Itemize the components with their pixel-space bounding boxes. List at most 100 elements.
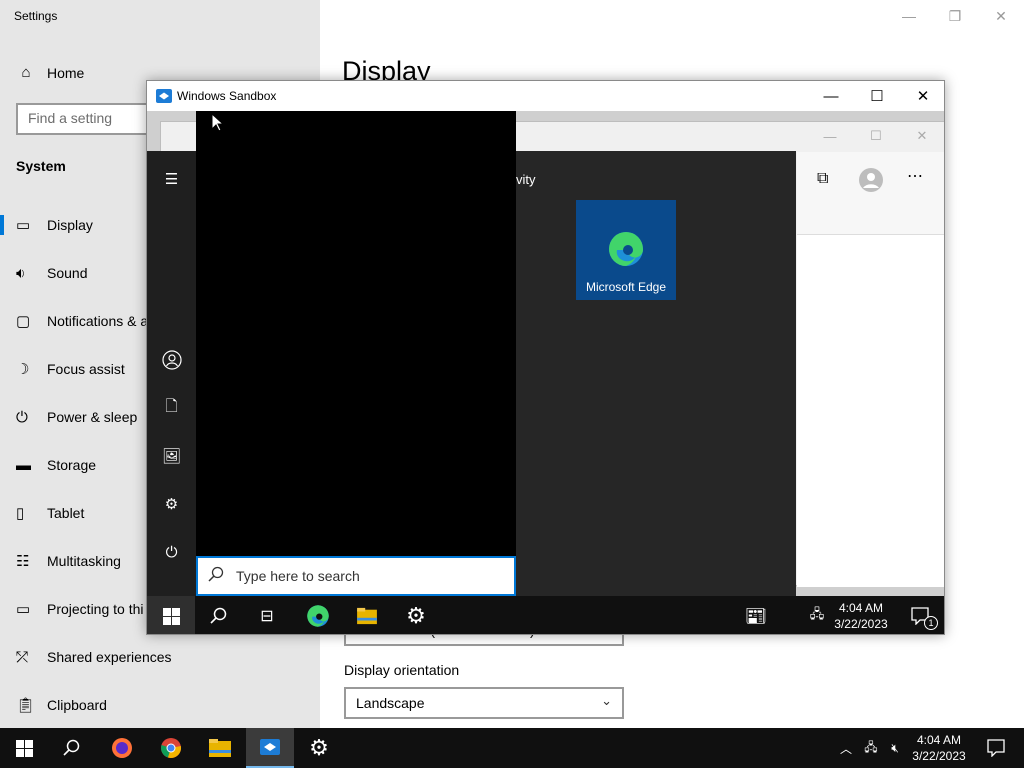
network-button[interactable]: 🖧︎ [860,728,882,768]
nav-item-label: Tablet [47,505,85,521]
document-icon: 🗋︎ [165,397,178,415]
shared-icon: ⤱ [16,648,29,666]
start-button[interactable] [0,728,48,768]
orientation-value: Landscape [356,695,425,711]
microsoft-edge-tile[interactable]: Microsoft Edge [576,200,676,300]
start-menu-app-list [196,111,516,557]
sandbox-taskbar-edge[interactable] [294,596,342,634]
start-expand-button[interactable]: ☰ [147,155,196,203]
taskbar-file-explorer[interactable] [196,728,244,768]
sandbox-taskbar-file-explorer[interactable] [343,596,391,634]
collections-icon[interactable]: ⧉ [817,170,828,188]
sandbox-action-center-button[interactable]: 1 [896,596,944,634]
start-search-box[interactable]: Type here to search [196,556,516,596]
taskbar-chrome[interactable] [147,728,195,768]
orientation-select[interactable]: Landscape ⌄ [344,687,624,719]
sandbox-maximize-button[interactable]: ☐ [854,81,900,111]
volume-muted-icon: 🔇︎ [891,740,899,755]
nav-item-label: Shared experiences [47,649,172,665]
taskbar-windows-sandbox[interactable] [246,728,294,768]
nav-item-clipboard[interactable]: 📋︎ Clipboard [0,685,320,725]
sandbox-minimize-button[interactable]: — [808,81,854,111]
start-search-placeholder: Type here to search [236,568,360,584]
power-icon: ⏻ [165,543,178,561]
gear-icon: ⚙ [406,603,426,628]
settings-close-button[interactable]: ✕ [978,4,1024,28]
sandbox-start-button[interactable] [147,596,195,634]
sandbox-taskbar-settings[interactable]: ⚙ [392,596,440,634]
sandbox-clock-time: 4:04 AM [838,601,884,615]
notifications-icon: ▢ [16,313,31,330]
nav-item-label: Focus assist [47,361,125,377]
sandbox-desktop: — ☐ ✕ ⧉ ⋯ ☰ 🗋︎ 🖼︎ ⚙ ⏻ vity Microsoft Edg… [147,111,944,634]
sandbox-news-button[interactable]: 📰︎ [732,596,780,634]
picture-icon: 🖼︎ [161,448,182,465]
taskbar-firefox[interactable] [98,728,146,768]
taskbar-settings[interactable]: ⚙ [295,728,343,768]
sandbox-network-button[interactable]: 🖧︎ [801,596,833,634]
edge-maximize-button[interactable]: ☐ [853,126,899,146]
sandbox-icon [260,739,280,755]
sandbox-titlebar[interactable]: Windows Sandbox — ☐ ✕ [147,81,944,111]
profile-icon[interactable] [859,168,883,192]
sandbox-search-button[interactable] [195,596,243,634]
sandbox-task-view-button[interactable]: ⊟ [243,596,291,634]
show-hidden-icons-button[interactable]: ︿ [834,728,858,768]
start-power-button[interactable]: ⏻ [147,528,196,576]
chrome-icon [161,738,181,758]
nav-item-label: Storage [47,457,97,473]
notifications-icon [987,739,1005,757]
sandbox-close-button[interactable]: ✕ [900,81,944,111]
hamburger-icon: ☰ [164,171,179,188]
storage-icon: ▬ [16,456,31,474]
search-icon [63,739,80,756]
settings-restore-button[interactable]: ❐ [932,4,978,28]
start-pictures-button[interactable]: 🖼︎ [147,432,196,480]
search-button[interactable] [48,728,96,768]
nav-item-shared-experiences[interactable]: ⤱ Shared experiences [0,637,320,677]
folder-icon [357,607,377,625]
power-icon: ⏻ [16,408,28,426]
news-icon: 📰︎ [744,605,768,626]
projector-icon: ▭ [16,601,31,618]
section-system-label: System [16,158,66,174]
task-view-icon: ⊟ [260,608,274,625]
edge-minimize-button[interactable]: — [807,126,853,146]
mouse-cursor-icon [211,113,223,132]
nav-home[interactable]: ⌂ Home [16,64,84,81]
nav-item-label: Projecting to thi [47,601,144,617]
nav-item-label: Multitasking [47,553,121,569]
host-clock[interactable]: 4:04 AM 3/22/2023 [908,732,970,764]
more-options-icon[interactable]: ⋯ [907,166,923,186]
nav-item-label: Clipboard [47,697,107,713]
sandbox-window: Windows Sandbox — ☐ ✕ — ☐ ✕ ⧉ ⋯ ☰ 🗋︎ 🖼︎ … [146,80,945,635]
start-settings-button[interactable]: ⚙ [147,480,196,528]
windows-icon [162,607,180,625]
tile-group-label: vity [516,172,536,187]
start-user-button[interactable] [147,336,196,384]
search-icon [210,607,227,624]
edge-close-button[interactable]: ✕ [899,126,944,146]
settings-window-title: Settings [14,9,58,23]
gear-icon: ⚙ [164,496,179,513]
sandbox-clock-date: 3/22/2023 [834,617,888,631]
clipboard-icon: 📋︎ [16,697,36,714]
moon-icon: ☽ [16,361,30,378]
sandbox-taskbar: ⊟ ⚙ 📰︎ 🖧︎ 4:04 AM 3/22/2023 1 [147,596,944,634]
settings-minimize-button[interactable]: — [886,4,932,28]
nav-item-label: Display [47,217,93,233]
chevron-up-icon: ︿ [839,741,852,756]
host-taskbar: ⚙ ︿ 🖧︎ 🔇︎ 4:04 AM 3/22/2023 [0,728,1024,768]
action-center-button[interactable] [972,728,1020,768]
windows-icon [15,739,33,757]
edge-icon [307,605,329,627]
gear-icon: ⚙ [309,735,329,760]
sandbox-icon [156,89,172,103]
search-icon [208,566,224,585]
edge-page [797,234,944,587]
start-menu-rail: ☰ 🗋︎ 🖼︎ ⚙ ⏻ [147,151,196,596]
sandbox-clock[interactable]: 4:04 AM 3/22/2023 [830,600,892,632]
orientation-label: Display orientation [344,662,460,678]
volume-button[interactable]: 🔇︎ [884,728,906,768]
start-documents-button[interactable]: 🗋︎ [147,384,196,432]
